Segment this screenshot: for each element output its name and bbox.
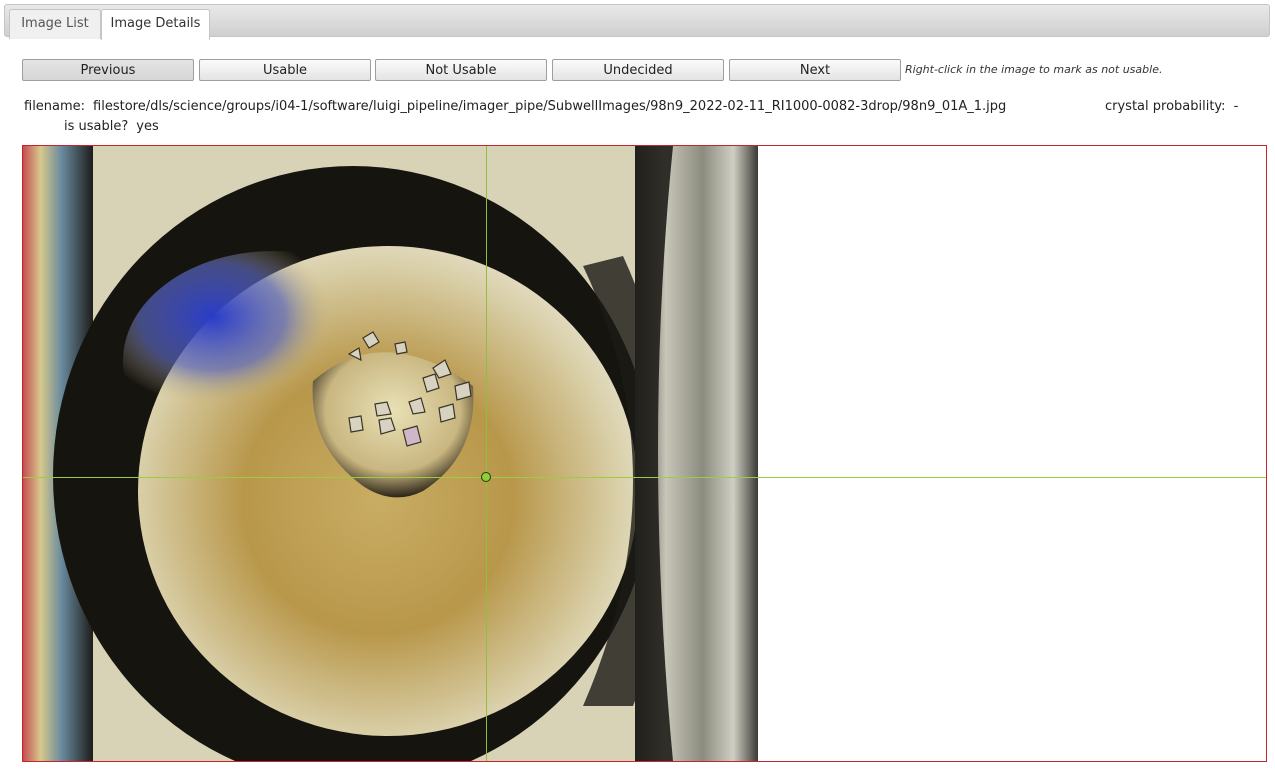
crosshair-vertical xyxy=(486,146,487,761)
crosshair-center-marker[interactable] xyxy=(481,472,491,482)
tab-image-list[interactable]: Image List xyxy=(9,9,101,39)
next-button[interactable]: Next xyxy=(729,59,901,81)
not-usable-button[interactable]: Not Usable xyxy=(375,59,547,81)
image-viewer[interactable] xyxy=(22,145,1267,762)
usable-row: is usable? yes xyxy=(64,119,159,134)
crystal-probability-row: crystal probability: - xyxy=(1105,99,1238,114)
filename-row: filename: filestore/dls/science/groups/i0… xyxy=(24,99,1006,114)
crosshair-horizontal xyxy=(23,477,1266,478)
tab-bar: Image List Image Details xyxy=(4,4,1270,40)
right-click-hint: Right-click in the image to mark as not … xyxy=(905,63,1163,76)
filename-value: filestore/dls/science/groups/i04-1/softw… xyxy=(93,99,1007,114)
undecided-button[interactable]: Undecided xyxy=(552,59,724,81)
crystal-probability-label: crystal probability: xyxy=(1105,99,1226,114)
crystal-probability-value: - xyxy=(1233,99,1239,114)
previous-button[interactable]: Previous xyxy=(22,59,194,81)
usable-button[interactable]: Usable xyxy=(199,59,371,81)
usable-value: yes xyxy=(136,119,159,134)
crystal-drop-image[interactable] xyxy=(23,146,758,761)
usable-label: is usable? xyxy=(64,119,129,134)
filename-label: filename: xyxy=(24,99,86,114)
tab-image-details[interactable]: Image Details xyxy=(101,9,210,40)
